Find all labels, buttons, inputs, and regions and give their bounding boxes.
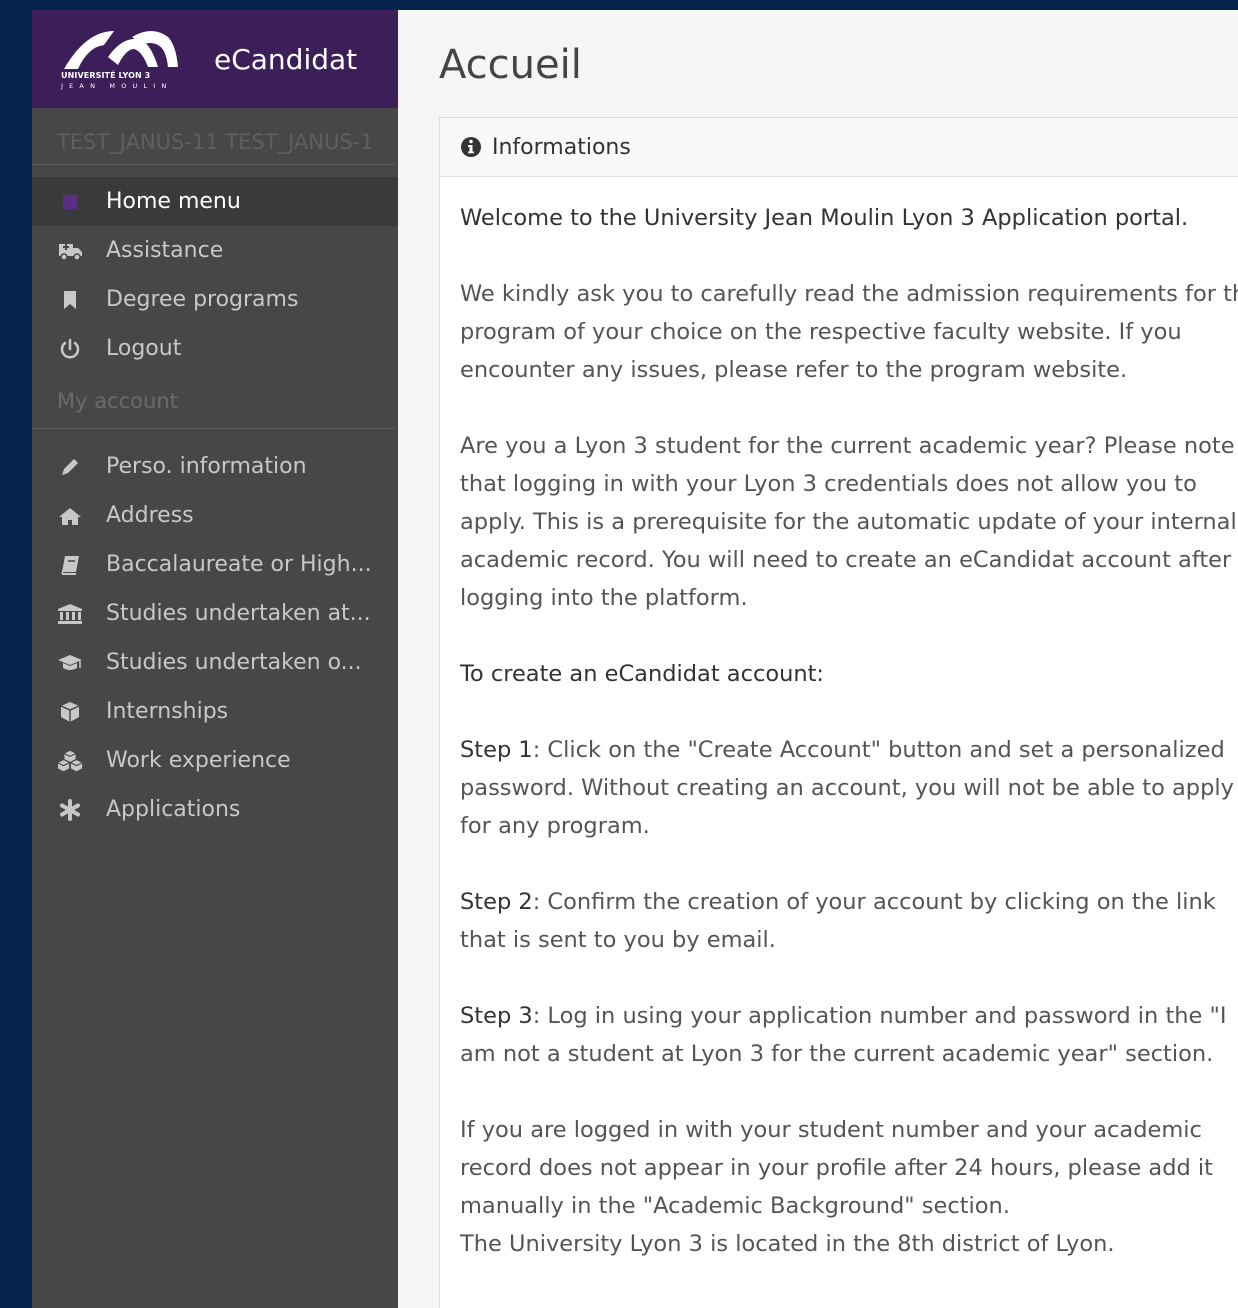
sidebar: UNIVERSITÉ LYON 3 JEAN MOULIN eCandidat … bbox=[32, 10, 398, 1308]
university-icon bbox=[57, 601, 83, 627]
menu-item-label: Perso. information bbox=[106, 454, 307, 479]
panel-header: Informations bbox=[440, 118, 1238, 177]
step-text: : Confirm the creation of your account b… bbox=[532, 889, 1216, 915]
paragraph-line: The University Lyon 3 is located in the … bbox=[460, 1231, 1115, 1257]
pencil-icon bbox=[57, 454, 83, 480]
ambulance-icon bbox=[57, 238, 83, 264]
asterisk-icon bbox=[57, 797, 83, 823]
welcome-text: Welcome to the University Jean Moulin Ly… bbox=[460, 205, 1189, 231]
book-icon bbox=[57, 552, 83, 578]
menu-item-assistance[interactable]: Assistance bbox=[32, 226, 398, 275]
menu-item-baccalaureate[interactable]: Baccalaureate or High... bbox=[32, 540, 398, 589]
paragraph-line: If you are logged in with your student n… bbox=[460, 1117, 1202, 1143]
paragraph-line: apply. This is a prerequisite for the au… bbox=[460, 509, 1237, 535]
step1-line: Step 1: Click on the "Create Account" bu… bbox=[460, 731, 1238, 769]
step-text: : Log in using your application number a… bbox=[532, 1003, 1227, 1029]
paragraph-line: program of your choice on the respective… bbox=[460, 319, 1182, 345]
main-menu: Home menu Assistance Degree programs Log… bbox=[32, 177, 398, 373]
user-name: TEST_JANUS-11 TEST_JANUS-1 bbox=[32, 108, 396, 165]
bookmark-icon bbox=[57, 287, 83, 313]
paragraph-line: Are you a Lyon 3 student for the current… bbox=[460, 433, 1235, 459]
info-circle-icon bbox=[461, 137, 481, 157]
info-panel: Informations Welcome to the University J… bbox=[439, 117, 1238, 1308]
menu-item-address[interactable]: Address bbox=[32, 491, 398, 540]
page-title: Accueil bbox=[439, 42, 582, 88]
paragraph-line: am not a student at Lyon 3 for the curre… bbox=[460, 1041, 1214, 1067]
menu-item-internships[interactable]: Internships bbox=[32, 687, 398, 736]
account-menu: Perso. information Address Baccalaureate… bbox=[32, 442, 398, 834]
power-icon bbox=[57, 336, 83, 362]
cubes-icon bbox=[57, 748, 83, 774]
step3-line: Step 3: Log in using your application nu… bbox=[460, 997, 1238, 1035]
paragraph-line: that logging in with your Lyon 3 credent… bbox=[460, 471, 1197, 497]
paragraph-line: that is sent to you by email. bbox=[460, 927, 776, 953]
paragraph-line: manually in the "Academic Background" se… bbox=[460, 1193, 1010, 1219]
step-label: Step 3 bbox=[460, 1003, 533, 1029]
menu-item-label: Studies undertaken at... bbox=[106, 601, 371, 626]
menu-item-logout[interactable]: Logout bbox=[32, 324, 398, 373]
logo-text-line2: JEAN MOULIN bbox=[61, 82, 173, 90]
main-content: Accueil Informations Welcome to the Univ… bbox=[398, 10, 1238, 1308]
brand-header[interactable]: UNIVERSITÉ LYON 3 JEAN MOULIN eCandidat bbox=[32, 10, 398, 108]
paragraph-line: logging into the platform. bbox=[460, 585, 748, 611]
panel-title: Informations bbox=[492, 134, 631, 160]
section-label-my-account: My account bbox=[32, 373, 396, 429]
menu-item-label: Home menu bbox=[106, 189, 241, 214]
menu-item-label: Degree programs bbox=[106, 287, 299, 312]
paragraph-line: We kindly ask you to carefully read the … bbox=[460, 281, 1238, 307]
home-icon bbox=[57, 189, 83, 215]
create-account-heading: To create an eCandidat account: bbox=[460, 661, 825, 687]
menu-item-label: Baccalaureate or High... bbox=[106, 552, 372, 577]
step-label: Step 1 bbox=[460, 737, 533, 763]
menu-item-label: Applications bbox=[106, 797, 241, 822]
menu-item-studies-at[interactable]: Studies undertaken at... bbox=[32, 589, 398, 638]
step-label: Step 2 bbox=[460, 889, 533, 915]
cube-icon bbox=[57, 699, 83, 725]
logo-mark-icon bbox=[64, 31, 178, 69]
menu-item-label: Assistance bbox=[106, 238, 224, 263]
menu-item-applications[interactable]: Applications bbox=[32, 785, 398, 834]
menu-item-work-experience[interactable]: Work experience bbox=[32, 736, 398, 785]
paragraph-line: record does not appear in your profile a… bbox=[460, 1155, 1213, 1181]
menu-item-home[interactable]: Home menu bbox=[32, 177, 398, 226]
menu-item-label: Studies undertaken o... bbox=[106, 650, 362, 675]
menu-item-label: Internships bbox=[106, 699, 229, 724]
menu-item-label: Logout bbox=[106, 336, 182, 361]
menu-item-studies-other[interactable]: Studies undertaken o... bbox=[32, 638, 398, 687]
logo-text-line1: UNIVERSITÉ LYON 3 bbox=[61, 71, 151, 80]
graduation-cap-icon bbox=[57, 650, 83, 676]
menu-item-label: Address bbox=[106, 503, 194, 528]
paragraph-line: academic record. You will need to create… bbox=[460, 547, 1232, 573]
app-name: eCandidat bbox=[214, 42, 358, 76]
step2-line: Step 2: Confirm the creation of your acc… bbox=[460, 883, 1238, 921]
app-frame: UNIVERSITÉ LYON 3 JEAN MOULIN eCandidat … bbox=[32, 10, 1238, 1308]
paragraph-line: password. Without creating an account, y… bbox=[460, 775, 1234, 801]
menu-item-perso-information[interactable]: Perso. information bbox=[32, 442, 398, 491]
menu-item-degree-programs[interactable]: Degree programs bbox=[32, 275, 398, 324]
menu-item-label: Work experience bbox=[106, 748, 291, 773]
paragraph-line: encounter any issues, please refer to th… bbox=[460, 357, 1128, 383]
university-logo: UNIVERSITÉ LYON 3 JEAN MOULIN bbox=[60, 27, 180, 91]
step-text: : Click on the "Create Account" button a… bbox=[532, 737, 1225, 763]
house-icon bbox=[57, 503, 83, 529]
paragraph-line: for any program. bbox=[460, 813, 650, 839]
panel-body: Welcome to the University Jean Moulin Ly… bbox=[440, 177, 1238, 1263]
